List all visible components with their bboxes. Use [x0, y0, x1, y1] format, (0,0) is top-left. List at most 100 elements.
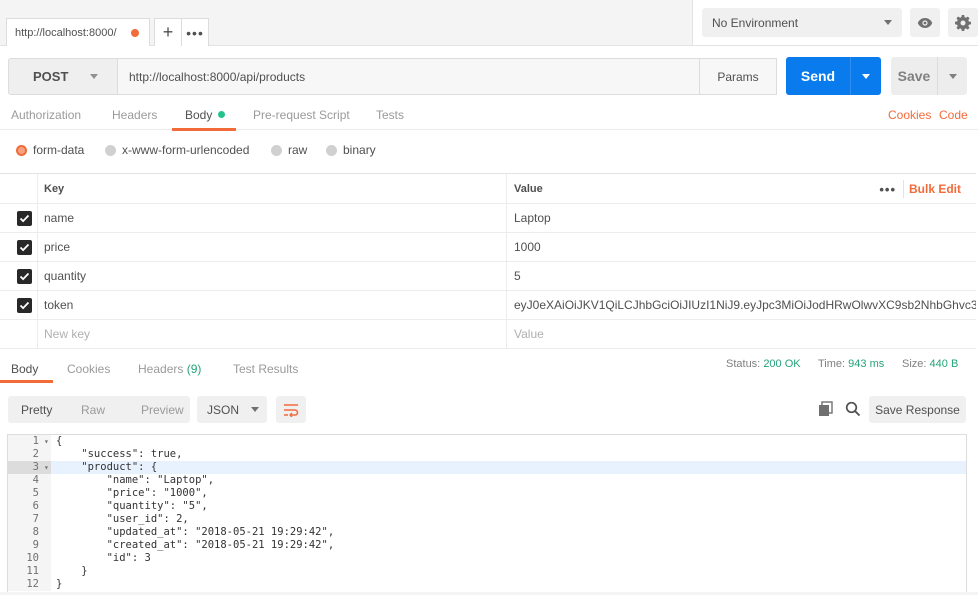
code-line: 8 "updated_at": "2018-05-21 19:29:42",	[8, 526, 966, 539]
save-response-button[interactable]: Save Response	[869, 396, 966, 423]
code-link[interactable]: Code	[939, 108, 968, 122]
request-tab[interactable]: http://localhost:8000/	[6, 18, 150, 46]
bulk-edit-link[interactable]: Bulk Edit	[909, 182, 961, 196]
new-tab-button[interactable]: +	[154, 18, 182, 46]
header-divider	[903, 180, 904, 198]
code-line: 7 "user_id": 2,	[8, 513, 966, 526]
radio-unselected-icon	[105, 144, 116, 156]
line-number: 5	[8, 487, 51, 500]
code-text: "quantity": "5",	[56, 500, 208, 512]
params-button[interactable]: Params	[699, 58, 777, 95]
tab-authorization[interactable]: Authorization	[11, 108, 81, 122]
status-value: 200 OK	[763, 358, 801, 370]
wrap-lines-button[interactable]	[276, 396, 306, 423]
modified-dot-icon	[218, 111, 226, 118]
search-icon[interactable]	[845, 401, 861, 417]
pretty-button[interactable]: Pretty	[8, 403, 68, 417]
radio-urlencoded[interactable]: x-www-form-urlencoded	[105, 143, 249, 157]
response-tab-headers[interactable]: Headers (9)	[138, 362, 201, 376]
value-cell[interactable]: 1000	[507, 233, 976, 261]
row-checkbox[interactable]	[17, 298, 32, 313]
radio-binary[interactable]: binary	[326, 143, 376, 157]
code-text: "updated_at": "2018-05-21 19:29:42",	[56, 526, 335, 538]
response-tab-body[interactable]: Body	[11, 362, 38, 376]
chevron-down-icon[interactable]	[949, 73, 957, 79]
active-tab-underline	[172, 128, 236, 131]
value-cell[interactable]: eyJ0eXAiOiJKV1QiLCJhbGciOiJIUzI1NiJ9.eyJ…	[507, 291, 976, 319]
code-text: "user_id": 2,	[56, 513, 189, 525]
format-select[interactable]: JSON	[197, 396, 267, 423]
code-line: 9 "created_at": "2018-05-21 19:29:42",	[8, 539, 966, 552]
line-number: 6	[8, 500, 51, 513]
chevron-down-icon[interactable]	[862, 73, 870, 79]
tab-headers[interactable]: Headers	[112, 108, 157, 122]
format-select-label: JSON	[207, 402, 240, 417]
wrap-lines-icon	[284, 403, 299, 417]
row-checkbox[interactable]	[17, 211, 32, 226]
value-cell[interactable]: Laptop	[507, 204, 976, 232]
line-number: 8	[8, 526, 51, 539]
more-options-icon[interactable]: •••	[879, 182, 896, 197]
response-tab-test-results[interactable]: Test Results	[233, 362, 298, 376]
radio-binary-label: binary	[343, 143, 376, 157]
tab-options-button[interactable]: •••	[181, 18, 209, 46]
radio-raw-label: raw	[288, 143, 308, 157]
manage-environments-button[interactable]	[948, 8, 978, 37]
code-line: 5 "price": "1000",	[8, 487, 966, 500]
new-value-input[interactable]: Value	[507, 320, 976, 348]
radio-raw[interactable]: raw	[271, 143, 307, 157]
code-text: "created_at": "2018-05-21 19:29:42",	[56, 539, 335, 551]
code-line: 1 ▾{	[8, 435, 966, 448]
code-line: 4 "name": "Laptop",	[8, 474, 966, 487]
line-number: 9	[8, 539, 51, 552]
eye-icon	[917, 17, 933, 28]
radio-unselected-icon	[271, 144, 282, 156]
radio-unselected-icon	[326, 144, 337, 156]
cookies-link[interactable]: Cookies	[888, 108, 931, 122]
response-status: Status: 200 OK	[726, 358, 801, 370]
raw-button[interactable]: Raw	[68, 403, 128, 417]
request-tabs: Authorization Headers Body Pre-request S…	[0, 104, 978, 131]
code-line: 10 "id": 3	[8, 552, 966, 565]
key-cell[interactable]: name	[38, 204, 507, 232]
response-tab-cookies[interactable]: Cookies	[67, 362, 110, 376]
environment-quick-look-button[interactable]	[910, 8, 940, 37]
fold-arrow-icon[interactable]: ▾	[44, 435, 49, 448]
table-row: price 1000	[0, 233, 976, 262]
method-select[interactable]: POST	[8, 58, 118, 95]
status-label: Status:	[726, 358, 761, 370]
checkbox-cell	[0, 233, 38, 261]
preview-button[interactable]: Preview	[128, 403, 188, 417]
save-button[interactable]: Save	[891, 57, 967, 95]
value-column-header: Value ••• Bulk Edit	[507, 174, 976, 203]
new-key-input[interactable]: New key	[38, 320, 507, 348]
tab-pre-request-script[interactable]: Pre-request Script	[253, 108, 350, 122]
fold-arrow-icon[interactable]: ▾	[44, 461, 49, 474]
tab-body[interactable]: Body	[185, 108, 226, 122]
response-body-editor[interactable]: 1 ▾{ 2 "success": true, 3 ▾ "product": { 4…	[7, 434, 967, 592]
key-cell[interactable]: price	[38, 233, 507, 261]
send-button-label: Send	[800, 68, 836, 84]
environment-select[interactable]: No Environment	[702, 8, 902, 37]
response-size: Size: 440 B	[902, 358, 958, 370]
chevron-down-icon	[90, 74, 99, 79]
radio-urlencoded-label: x-www-form-urlencoded	[122, 143, 250, 157]
value-cell[interactable]: 5	[507, 262, 976, 290]
row-checkbox[interactable]	[17, 240, 32, 255]
send-split-divider	[850, 57, 851, 95]
radio-form-data[interactable]: form-data	[16, 143, 84, 157]
send-button[interactable]: Send	[786, 57, 881, 95]
tab-tests[interactable]: Tests	[376, 108, 404, 122]
line-number: 4	[8, 474, 51, 487]
checkmark-icon	[19, 214, 30, 223]
key-cell[interactable]: token	[38, 291, 507, 319]
row-checkbox[interactable]	[17, 269, 32, 284]
key-cell[interactable]: quantity	[38, 262, 507, 290]
save-button-label: Save	[897, 68, 931, 84]
size-label: Size:	[902, 358, 927, 370]
copy-icon[interactable]	[818, 401, 834, 417]
code-text: {	[56, 435, 63, 447]
url-input[interactable]: http://localhost:8000/api/products	[118, 58, 700, 95]
request-tab-label: http://localhost:8000/	[15, 26, 117, 39]
code-line: 11 }	[8, 565, 966, 578]
